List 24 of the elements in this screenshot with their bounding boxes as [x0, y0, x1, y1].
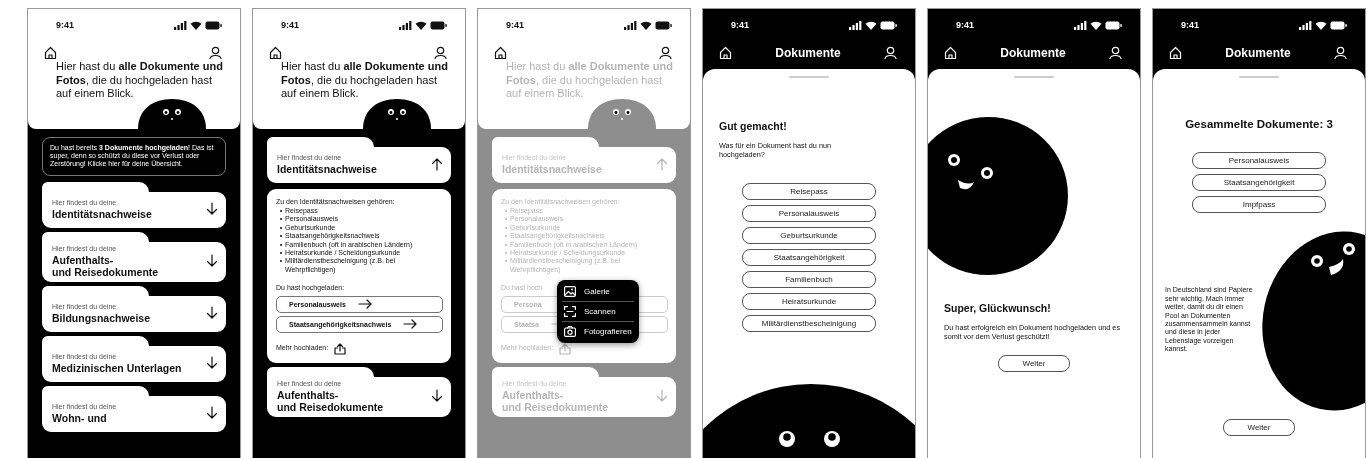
status-time: 9:41 — [56, 20, 74, 30]
card-title: Aufenthalts- und Reisedokumente — [502, 388, 610, 413]
card-title: Wohn- und — [52, 411, 108, 424]
intro-text: Hier hast du alle Dokumente und Fotos, die du hochgeladen hast auf einem Blick. — [56, 60, 224, 101]
card-title: Aufenthalts- und Reisedokumente — [52, 253, 160, 278]
heading: Gut gemacht! — [719, 120, 788, 132]
card-title: Aufenthalts- und Reisedokumente — [277, 388, 385, 413]
intro-text: Hier hast du alle Dokumente und Fotos, die du hochgeladen hast auf einem Blick. — [506, 60, 674, 101]
status-time: 9:41 — [1181, 20, 1199, 30]
screen-title: Dokumente — [1000, 46, 1066, 60]
screen-title: Dokumente — [1225, 46, 1291, 60]
card-title: Medizinischen Unterlagen — [52, 361, 183, 374]
card-title: Bildungsnachweise — [52, 311, 152, 324]
intro-text: Hier hast du alle Dokumente und Fotos, die du hochgeladen hast auf einem Blick. — [281, 60, 449, 101]
card-title: Identitätsnachweise — [52, 207, 153, 220]
status-time: 9:41 — [281, 20, 299, 30]
card-title: Identitätsnachweise — [502, 162, 603, 175]
status-time: 9:41 — [506, 20, 524, 30]
screen-title: Dokumente — [775, 46, 841, 60]
status-time: 9:41 — [956, 20, 974, 30]
status-time: 9:41 — [731, 20, 749, 30]
card-title: Identitätsnachweise — [277, 162, 378, 175]
heading: Super, Glückwunsch! — [944, 302, 1052, 314]
heading: Gesammelte Dokumente: 3 — [1185, 118, 1333, 130]
